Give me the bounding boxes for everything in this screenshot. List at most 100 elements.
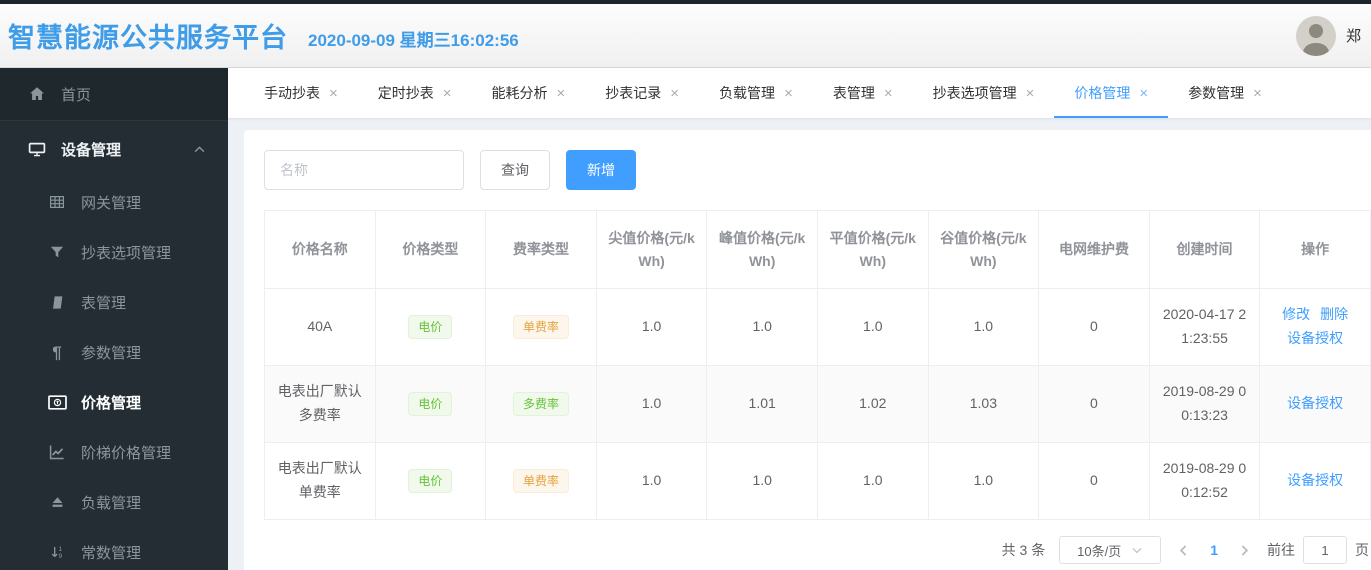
sidebar-item-label: 常数管理 <box>81 544 142 562</box>
tab-timed-reading[interactable]: 定时抄表 × <box>358 68 472 118</box>
page-size-select[interactable]: 10条/页 <box>1059 536 1162 564</box>
pagination: 共 3 条 10条/页 1 前往 页 <box>264 536 1371 564</box>
device-auth-link[interactable]: 设备授权 <box>1287 469 1343 493</box>
tab-label: 负载管理 <box>719 85 776 101</box>
sidebar-item-price-mgmt[interactable]: 价格管理 <box>0 377 228 427</box>
sidebar-item-tiered-price-mgmt[interactable]: 阶梯价格管理 <box>0 427 228 477</box>
cell-sharp-price: 1.0 <box>595 288 708 366</box>
cell-flat-price: 1.02 <box>816 365 929 443</box>
cell-rate-type: 多费率 <box>485 365 597 443</box>
tab-meter-mgmt[interactable]: 表管理 × <box>813 68 913 118</box>
app: 智慧能源公共服务平台 2020-09-09 星期三16:02:56 郑 首页设备… <box>0 0 1371 570</box>
cell-valley-price: 1.0 <box>927 442 1040 520</box>
sidebar-item-label: 网关管理 <box>81 194 142 212</box>
price-type-badge: 电价 <box>408 468 453 494</box>
close-icon[interactable]: × <box>884 85 893 102</box>
column-header: 谷值价格(元/kWh) <box>927 210 1040 289</box>
total-count: 共 3 条 <box>1001 542 1046 558</box>
tab-reading-records[interactable]: 抄表记录 × <box>585 68 699 118</box>
sidebar-item-meter-mgmt[interactable]: 表管理 <box>0 277 228 327</box>
tab-energy-analysis[interactable]: 能耗分析 × <box>472 68 586 118</box>
search-input[interactable] <box>264 150 464 190</box>
table-head: 价格名称 价格类型 费率类型 尖值价格(元/kWh) 峰值价格(元/kWh) 平值价格(元… <box>264 210 1371 289</box>
cell-peak-price: 1.0 <box>706 288 818 366</box>
close-icon[interactable]: × <box>784 85 793 102</box>
column-header: 峰值价格(元/kWh) <box>706 210 818 289</box>
sidebar-item-label: 设备管理 <box>61 141 122 159</box>
price-type-badge: 电价 <box>408 391 453 417</box>
query-button[interactable]: 查询 <box>480 150 550 190</box>
column-header: 创建时间 <box>1148 210 1261 289</box>
cell-actions: 设备授权 <box>1259 365 1371 443</box>
cell-grid-fee: 0 <box>1038 442 1150 520</box>
edit-link[interactable]: 修改 <box>1282 303 1310 327</box>
device-auth-link[interactable]: 设备授权 <box>1287 392 1343 416</box>
sidebar-item-param-mgmt[interactable]: ¶ 参数管理 <box>0 327 228 377</box>
header-datetime: 2020-09-09 星期三16:02:56 <box>308 31 519 50</box>
sidebar-item-label: 抄表选项管理 <box>81 244 172 262</box>
sidebar-item-constant-mgmt[interactable]: 1 9 常数管理 <box>0 527 228 570</box>
sidebar-item-label: 首页 <box>61 86 92 104</box>
current-page[interactable]: 1 <box>1206 542 1222 558</box>
delete-link[interactable]: 删除 <box>1320 303 1348 327</box>
content-card: 查询 新增 价格名称价格类型费率类型尖值价格(元/kWh)峰值价格(元/kWh)… <box>244 130 1371 570</box>
toolbar: 查询 新增 <box>264 150 1371 190</box>
cell-price-name: 电表出厂默认多费率 <box>264 365 376 443</box>
price-table: 价格名称 价格类型 费率类型 尖值价格(元/kWh) 峰值价格(元/kWh) 平值价格(元… <box>264 210 1371 520</box>
chart-line-icon <box>46 444 68 460</box>
monitor-icon <box>26 141 48 157</box>
add-button[interactable]: 新增 <box>566 150 636 190</box>
tab-bar: 手动抄表 × 定时抄表 × 能耗分析 × 抄表记录 × 负载管理 × 表管理 × 抄表选项管理 × 价格管理… <box>228 68 1371 118</box>
user-name: 郑 <box>1345 28 1361 45</box>
rate-type-badge: 单费率 <box>512 468 569 494</box>
home-icon <box>26 86 48 102</box>
sidebar-item-reading-options-mgmt[interactable]: 抄表选项管理 <box>0 227 228 277</box>
page-size-value: 10条/页 <box>1077 543 1122 559</box>
sidebar-item-label: 参数管理 <box>81 344 142 362</box>
tab-param-mgmt[interactable]: 参数管理 × <box>1168 68 1282 118</box>
header-user-area[interactable]: 郑 <box>1295 15 1361 56</box>
app-title: 智慧能源公共服务平台 <box>8 23 288 53</box>
cell-price-name: 电表出厂默认单费率 <box>264 442 376 520</box>
tab-price-mgmt[interactable]: 价格管理 × <box>1054 68 1168 118</box>
filter-icon <box>46 245 68 259</box>
close-icon[interactable]: × <box>557 85 566 102</box>
cell-actions: 修改 删除设备授权 <box>1259 288 1371 366</box>
grid-icon <box>46 194 68 210</box>
close-icon[interactable]: × <box>443 85 452 102</box>
pilcrow-icon: ¶ <box>52 342 62 362</box>
tab-reading-options-mgmt[interactable]: 抄表选项管理 × <box>913 68 1055 118</box>
user-avatar[interactable] <box>1295 15 1336 56</box>
close-icon[interactable]: × <box>1026 85 1035 102</box>
close-icon[interactable]: × <box>670 85 679 102</box>
device-auth-link[interactable]: 设备授权 <box>1287 327 1343 351</box>
sidebar-item-device-mgmt[interactable]: 设备管理 <box>0 121 228 177</box>
chevron-up-icon <box>193 143 206 156</box>
sidebar-item-home[interactable]: 首页 <box>0 68 228 121</box>
sidebar-item-load-mgmt[interactable]: 负载管理 <box>0 477 228 527</box>
cell-grid-fee: 0 <box>1038 288 1150 366</box>
goto-page-input[interactable] <box>1303 536 1347 564</box>
tab-label: 抄表记录 <box>605 85 662 101</box>
cell-rate-type: 单费率 <box>485 442 597 520</box>
sidebar-item-label: 价格管理 <box>81 394 142 412</box>
cell-valley-price: 1.0 <box>927 288 1040 366</box>
next-page-button[interactable] <box>1236 544 1253 557</box>
tab-label: 价格管理 <box>1074 85 1131 101</box>
tab-label: 能耗分析 <box>491 85 548 101</box>
sort-numeric-icon: 19 <box>46 544 68 560</box>
header: 智慧能源公共服务平台 2020-09-09 星期三16:02:56 郑 <box>0 4 1371 68</box>
tab-load-mgmt[interactable]: 负载管理 × <box>699 68 813 118</box>
tab-manual-reading[interactable]: 手动抄表 × <box>244 68 358 118</box>
sidebar: 首页 设备管理 网关管理 抄表选项管理 表管理 ¶ 参数管理 价格管理 阶梯价格管理 负载管理 1 9… <box>0 68 228 570</box>
cell-rate-type: 单费率 <box>485 288 597 366</box>
close-icon[interactable]: × <box>329 85 338 102</box>
cell-sharp-price: 1.0 <box>595 442 708 520</box>
close-icon[interactable]: × <box>1253 85 1262 102</box>
close-icon[interactable]: × <box>1139 85 1148 102</box>
cell-price-type: 电价 <box>374 442 487 520</box>
content-area: 查询 新增 价格名称价格类型费率类型尖值价格(元/kWh)峰值价格(元/kWh)… <box>228 118 1371 570</box>
sidebar-item-gateway-mgmt[interactable]: 网关管理 <box>0 177 228 227</box>
prev-page-button[interactable] <box>1175 544 1192 557</box>
table-body: 40A 电价 单费率 1.0 1.0 1.0 1.0 0 2020-04-17 21:23:55… <box>264 288 1371 520</box>
